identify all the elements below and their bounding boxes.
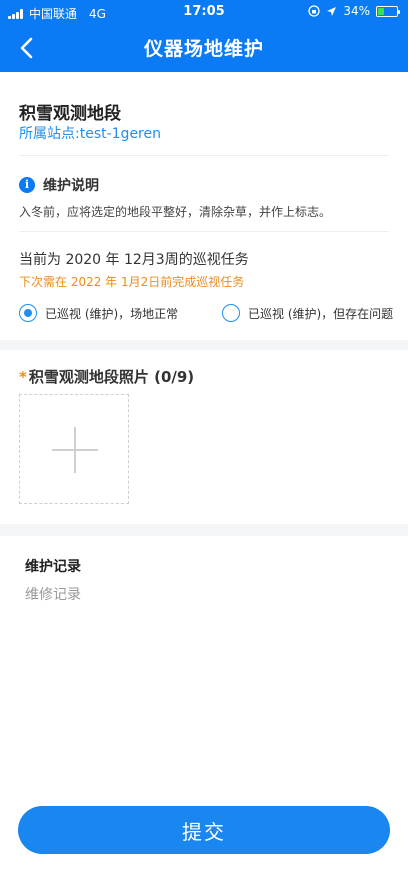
station-name: 积雪观测地段 [19, 104, 121, 124]
app-header: 中国联通 4G 17:05 34% 仪器场地维护 [0, 0, 408, 72]
maintenance-note-text: 入冬前，应将选定的地段平整好，清除杂草，并作上标志。 [19, 205, 332, 219]
battery-level [378, 7, 384, 15]
battery-icon [376, 5, 400, 17]
add-photo-button[interactable] [19, 394, 129, 504]
station-site: 所属站点:test-1geren [19, 126, 161, 142]
divider [19, 155, 389, 156]
nav-bar: 仪器场地维护 [0, 24, 408, 72]
section-separator [0, 524, 408, 536]
status-option-problem[interactable]: 已巡视 (维护)，但存在问题 [222, 304, 393, 322]
task-next: 下次需在 2022 年 1月2日前完成巡视任务 [19, 275, 245, 289]
orientation-lock-icon [308, 5, 320, 17]
photos-title: * 积雪观测地段照片 (0/9) [19, 366, 194, 387]
maintenance-note-header: i 维护说明 [19, 175, 99, 195]
required-mark: * [19, 368, 27, 386]
submit-button[interactable]: 提交 [18, 806, 390, 854]
radio-button[interactable] [19, 304, 37, 322]
location-icon [327, 6, 337, 16]
section-separator [0, 340, 408, 350]
plus-icon [74, 427, 76, 473]
record-input[interactable] [25, 583, 385, 607]
divider [19, 231, 389, 232]
photos-title-text: 积雪观测地段照片 (0/9) [28, 368, 195, 386]
status-option-label: 已巡视 (维护)，但存在问题 [248, 306, 394, 321]
station-info-section: 积雪观测地段 所属站点:test-1geren i 维护说明 入冬前，应将选定的… [0, 72, 408, 340]
status-option-label: 已巡视 (维护)，场地正常 [45, 306, 179, 321]
status-option-normal[interactable]: 已巡视 (维护)，场地正常 [19, 304, 178, 322]
info-icon: i [19, 177, 35, 193]
battery-percent: 34% [343, 4, 370, 18]
record-label: 维护记录 [25, 559, 81, 575]
maintenance-note-title: 维护说明 [43, 178, 99, 194]
status-right: 34% [308, 4, 400, 18]
page-title: 仪器场地维护 [143, 38, 264, 60]
task-current: 当前为 2020 年 12月3周的巡视任务 [19, 252, 249, 268]
radio-button[interactable] [222, 304, 240, 322]
status-bar: 中国联通 4G 17:05 34% [0, 0, 408, 24]
